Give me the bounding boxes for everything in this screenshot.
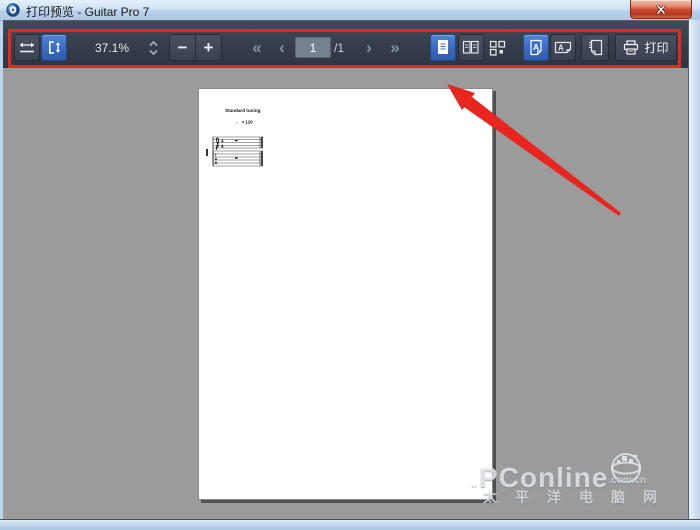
score-tempo: ♩ = 120 [236, 120, 253, 125]
window-bottom-border [0, 519, 700, 530]
fit-page-width-button[interactable] [14, 34, 40, 61]
double-chevron-left-icon: « [252, 38, 262, 57]
window-title: 打印预览 - Guitar Pro 7 [26, 5, 150, 19]
close-button[interactable] [630, 0, 692, 19]
facing-pages-icon [462, 40, 479, 54]
print-button[interactable]: 打印 [615, 34, 677, 61]
preview-area: Standard tuning ♩ = 120 4 4 T A B 1/1 PC… [3, 68, 688, 519]
thumbnails-view-button[interactable] [484, 34, 510, 61]
zoom-in-button[interactable]: + [195, 34, 222, 61]
page-total-label: /1 [334, 40, 345, 55]
score-title: Standard tuning [225, 108, 261, 114]
svg-text:B: B [215, 161, 218, 165]
print-button-label: 打印 [644, 41, 669, 55]
title-bar[interactable]: 打印预览 - Guitar Pro 7 [0, 0, 700, 21]
window-right-border [688, 20, 700, 519]
page-number-footer: 1/1 [471, 485, 477, 490]
next-page-button[interactable]: › [356, 34, 382, 61]
minus-icon: − [177, 38, 188, 57]
svg-text:A: A [558, 44, 564, 53]
zoom-level-value[interactable]: 37.1% [81, 34, 143, 61]
fit-width-icon [20, 42, 34, 52]
single-page-icon [438, 40, 448, 54]
svg-text:A: A [533, 42, 539, 52]
page-setup-button[interactable] [581, 34, 609, 61]
portrait-icon: A [530, 39, 542, 56]
last-page-button[interactable]: » [382, 34, 408, 61]
print-preview-window: 打印预览 - Guitar Pro 7 37.1% − + « ‹ 1 /1 ›… [0, 0, 700, 530]
double-chevron-right-icon: » [390, 38, 400, 57]
fit-page-height-button[interactable] [41, 34, 67, 61]
svg-text:4: 4 [221, 140, 224, 145]
page-number-input[interactable] [295, 37, 331, 58]
previous-page-button[interactable]: ‹ [269, 34, 295, 61]
fit-height-icon [49, 41, 61, 54]
toolbar: 37.1% − + « ‹ /1 › » [3, 20, 688, 69]
landscape-icon: A [554, 41, 572, 54]
svg-text:4: 4 [221, 145, 224, 150]
portrait-orientation-button[interactable]: A [523, 34, 549, 61]
grid-view-icon [489, 40, 505, 56]
guitar-pro-icon [6, 3, 20, 17]
facing-pages-view-button[interactable] [458, 34, 484, 61]
chevron-down-icon [148, 49, 158, 55]
watermark-suffix: .com.cn [608, 475, 647, 486]
single-page-view-button[interactable] [430, 34, 456, 61]
chevron-left-icon: ‹ [279, 38, 285, 57]
watermark-caption: 太平洋电脑网 [483, 489, 675, 505]
chevron-right-icon: › [366, 38, 372, 57]
plus-icon: + [203, 38, 214, 57]
preview-page: Standard tuning ♩ = 120 4 4 T A B 1/1 [198, 88, 493, 500]
first-page-button[interactable]: « [244, 34, 270, 61]
chevron-up-icon [148, 40, 158, 46]
zoom-out-button[interactable]: − [169, 34, 196, 61]
zoom-spinner[interactable] [145, 34, 161, 61]
close-icon [656, 4, 666, 14]
landscape-orientation-button[interactable]: A [550, 34, 576, 61]
music-staff: 4 4 T A B [206, 136, 263, 167]
printer-icon [624, 40, 639, 55]
page-setup-icon [588, 39, 602, 56]
